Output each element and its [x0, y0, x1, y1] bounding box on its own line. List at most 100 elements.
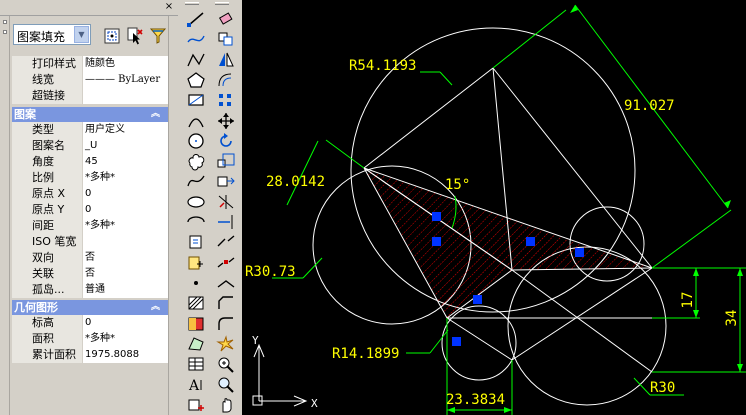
property-value[interactable]: 用户定义	[83, 122, 168, 138]
array-icon[interactable]	[215, 90, 237, 110]
property-value[interactable]: 1975.8088	[83, 347, 168, 363]
dim-left-radius[interactable]: R30.73	[245, 264, 296, 280]
dim-right-radius[interactable]: R30	[650, 380, 675, 396]
close-icon[interactable]: ×	[163, 2, 175, 13]
chamfer-icon[interactable]	[215, 293, 237, 313]
property-value[interactable]: 0	[83, 186, 168, 202]
property-row[interactable]: 间距 *多种*	[12, 218, 168, 234]
dim-chord[interactable]: 28.0142	[266, 174, 325, 190]
palette-titlebar[interactable]: ×	[0, 0, 178, 16]
property-value[interactable]: ——— ByLayer	[83, 72, 168, 88]
toolbar-grip[interactable]	[215, 2, 229, 5]
dim-small-radius[interactable]: R14.1899	[332, 346, 399, 362]
add-selected-icon[interactable]	[185, 395, 207, 415]
dim-height-large[interactable]: 34	[724, 310, 740, 327]
hatch-icon[interactable]	[185, 293, 207, 313]
rectangle-icon[interactable]	[185, 90, 207, 110]
zoom-window-icon[interactable]	[215, 374, 237, 394]
copy-icon[interactable]	[215, 29, 237, 49]
pan-icon[interactable]	[215, 395, 237, 415]
dim-angle[interactable]: 15°	[445, 177, 470, 193]
line-icon[interactable]	[185, 9, 207, 29]
construction-line-icon[interactable]	[185, 29, 207, 49]
property-row[interactable]: 关联否	[12, 266, 168, 282]
palette-scrollbar[interactable]	[168, 16, 178, 415]
toggle-pickadd-icon[interactable]	[146, 25, 168, 45]
break-at-point-icon[interactable]	[215, 232, 237, 252]
cad-drawing[interactable]: R54.1193 91.027 28.0142 15° R30.73 R14.1…	[242, 0, 746, 415]
property-row[interactable]: 原点 X0	[12, 186, 168, 202]
property-row[interactable]: ISO 笔宽	[12, 234, 168, 250]
property-value[interactable]: 否	[83, 266, 168, 282]
property-row[interactable]: 孤岛... 普通	[12, 282, 168, 298]
property-row[interactable]: 角度 45	[12, 154, 168, 170]
stretch-icon[interactable]	[215, 171, 237, 191]
property-row[interactable]: 面积 *多种*	[12, 331, 168, 347]
gradient-icon[interactable]	[185, 314, 207, 334]
chevron-down-icon[interactable]: ▼	[74, 26, 89, 43]
circle-icon[interactable]	[185, 131, 207, 151]
property-row[interactable]: 累计面积 1975.8088	[12, 347, 168, 363]
dim-big-radius[interactable]: R54.1193	[349, 58, 416, 74]
grip[interactable]	[432, 237, 441, 246]
property-value[interactable]: *多种*	[83, 331, 168, 347]
join-icon[interactable]	[215, 273, 237, 293]
grip[interactable]	[526, 237, 535, 246]
property-value[interactable]: _U	[83, 138, 168, 154]
section-header-geometry[interactable]: 几何图形 ︽	[12, 300, 168, 315]
property-row-lineweight[interactable]: 线宽 ——— ByLayer	[12, 72, 168, 88]
select-objects-icon[interactable]	[123, 25, 145, 45]
property-value[interactable]: 否	[83, 250, 168, 266]
dim-height-small[interactable]: 17	[680, 292, 696, 309]
property-row-hyperlink[interactable]: 超链接	[12, 88, 168, 104]
ellipse-icon[interactable]	[185, 192, 207, 212]
grip[interactable]	[575, 248, 584, 257]
polygon-icon[interactable]	[185, 70, 207, 90]
dim-bottom-width[interactable]: 23.3834	[446, 392, 505, 408]
property-row[interactable]: 图案名 _U	[12, 138, 168, 154]
property-value[interactable]	[83, 88, 168, 104]
fillet-icon[interactable]	[215, 314, 237, 334]
arc-icon[interactable]	[185, 111, 207, 131]
collapse-icon[interactable]: ︽	[151, 300, 160, 314]
extend-icon[interactable]	[215, 212, 237, 232]
property-row-print-style[interactable]: 打印样式 随颜色	[12, 56, 168, 72]
palette-settings-icon[interactable]	[3, 30, 7, 34]
dim-slant-length[interactable]: 91.027	[624, 98, 675, 114]
property-row[interactable]: 类型 用户定义	[12, 122, 168, 138]
erase-icon[interactable]	[215, 9, 237, 29]
grip[interactable]	[452, 337, 461, 346]
hatch-region[interactable]	[363, 167, 653, 319]
point-icon[interactable]	[185, 273, 207, 293]
scale-icon[interactable]	[215, 151, 237, 171]
table-icon[interactable]	[185, 354, 207, 374]
mirror-icon[interactable]	[215, 50, 237, 70]
insert-block-icon[interactable]	[185, 232, 207, 252]
offset-icon[interactable]	[215, 70, 237, 90]
toolbar-grip[interactable]	[185, 2, 199, 5]
zoom-realtime-icon[interactable]	[215, 354, 237, 374]
property-value[interactable]: 随颜色	[83, 56, 168, 72]
grip[interactable]	[473, 295, 482, 304]
move-icon[interactable]	[215, 111, 237, 131]
ellipse-arc-icon[interactable]	[185, 212, 207, 232]
property-value[interactable]: 0	[83, 202, 168, 218]
property-value[interactable]	[83, 234, 168, 250]
auto-hide-icon[interactable]	[3, 20, 7, 24]
polyline-icon[interactable]	[185, 50, 207, 70]
quick-select-icon[interactable]	[100, 25, 122, 45]
collapse-icon[interactable]: ︽	[151, 107, 160, 121]
property-value[interactable]: *多种*	[83, 170, 168, 186]
property-value[interactable]: 0	[83, 315, 168, 331]
revision-cloud-icon[interactable]	[185, 151, 207, 171]
drawing-canvas[interactable]: R54.1193 91.027 28.0142 15° R30.73 R14.1…	[242, 0, 746, 415]
grip[interactable]	[432, 212, 441, 221]
property-value[interactable]: 45	[83, 154, 168, 170]
property-row[interactable]: 标高 0	[12, 315, 168, 331]
property-row[interactable]: 双向否	[12, 250, 168, 266]
make-block-icon[interactable]	[185, 253, 207, 273]
multiline-text-icon[interactable]: A	[185, 374, 207, 394]
region-icon[interactable]	[185, 334, 207, 354]
spline-icon[interactable]	[185, 171, 207, 191]
property-row[interactable]: 比例 *多种*	[12, 170, 168, 186]
